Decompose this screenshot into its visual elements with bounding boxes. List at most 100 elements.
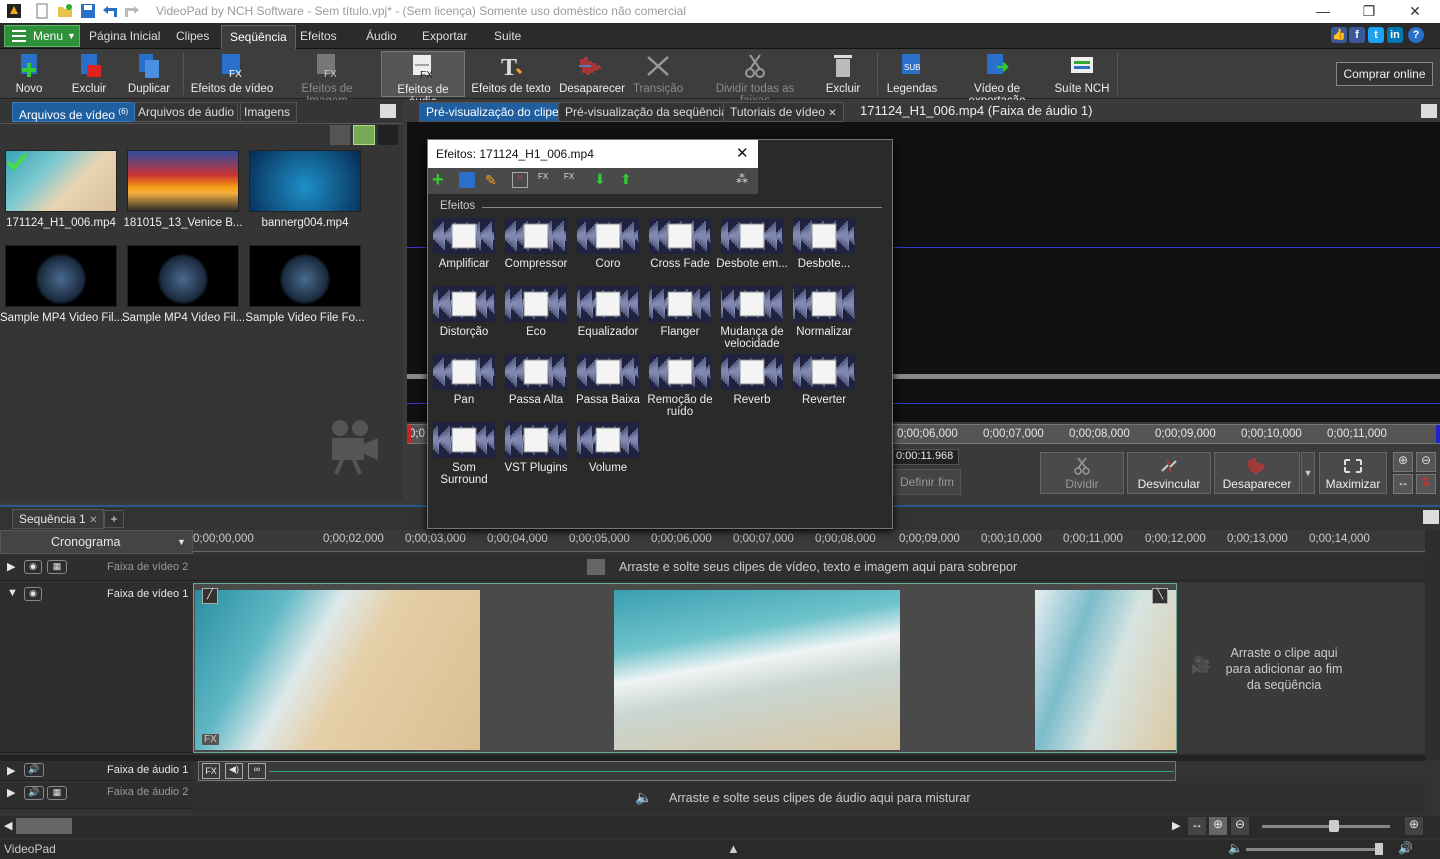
tab-images[interactable]: Imagens (237, 102, 298, 122)
add-folder-icon[interactable] (353, 125, 375, 145)
move-up-icon[interactable]: ⬆ (620, 171, 632, 188)
fade-button[interactable]: Desaparecer (558, 51, 626, 97)
new-file-icon[interactable] (34, 3, 50, 19)
fade-dropdown[interactable]: ▼ (1301, 452, 1315, 494)
fx-paste-icon[interactable]: FX (564, 172, 580, 188)
zoom-slider-thumb[interactable] (1329, 820, 1339, 832)
maximize-preview-button[interactable]: Maximizar (1319, 452, 1387, 494)
list-view-icon[interactable] (378, 125, 398, 145)
tab-efeitos[interactable]: Efeitos (292, 25, 345, 49)
save-icon[interactable] (459, 172, 475, 188)
group-icon[interactable]: ▦ (47, 560, 67, 574)
close-icon[interactable]: ✕ (736, 140, 749, 168)
effect-tile[interactable]: Mudança de velocidade (716, 286, 788, 350)
effect-tile[interactable]: Distorção (428, 286, 500, 338)
twitter-icon[interactable]: t (1368, 27, 1384, 43)
fade-out-button[interactable]: Desaparecer (1214, 452, 1300, 494)
effect-tile[interactable]: Eco (500, 286, 572, 338)
effect-tile[interactable]: Coro (572, 218, 644, 270)
effect-tile[interactable]: Desbote... (788, 218, 860, 270)
speaker-icon[interactable]: 🔊 (24, 786, 44, 800)
effect-tile[interactable]: Equalizador (572, 286, 644, 338)
media-thumbnail[interactable] (249, 150, 361, 212)
expand-arrow-icon[interactable]: ▶ (7, 764, 15, 777)
scroll-left-icon[interactable]: ◀ (4, 819, 12, 832)
collapse-arrow-icon[interactable]: ▼ (7, 587, 18, 599)
help-icon[interactable]: ? (1408, 27, 1424, 43)
fade-in-handle-icon[interactable]: ╱ (202, 588, 218, 604)
close-icon[interactable]: ✕ (828, 108, 836, 119)
playhead-start-marker[interactable] (407, 425, 411, 443)
effect-tile[interactable]: Volume (572, 422, 644, 474)
volume-slider-thumb[interactable] (1375, 843, 1383, 855)
timeline-mode-dropdown[interactable]: Cronograma ▼ (0, 530, 193, 554)
fx-icon[interactable]: FX (202, 763, 220, 779)
link-icon[interactable]: ⇅ (1416, 474, 1436, 494)
effect-tile[interactable]: Desbote em... (716, 218, 788, 270)
effect-tile[interactable]: Flanger (644, 286, 716, 338)
undo-icon[interactable] (102, 3, 118, 19)
export-video-button[interactable]: Vídeo de exportação (945, 51, 1049, 107)
effect-tile[interactable]: Passa Baixa (572, 354, 644, 406)
horizontal-scroll-thumb[interactable] (16, 818, 72, 834)
media-thumbnail[interactable] (5, 150, 117, 212)
effect-tile[interactable]: Som Surround (428, 422, 500, 486)
effect-tile[interactable]: VST Plugins (500, 422, 572, 474)
add-sequence-button[interactable]: + (104, 510, 124, 528)
volume-icon[interactable]: 🔈 (1228, 841, 1243, 855)
add-effect-icon[interactable]: + (432, 170, 450, 190)
maximize-button[interactable]: ❐ (1346, 0, 1392, 23)
tab-sequence-1[interactable]: Sequência 1 ✕ (12, 509, 105, 529)
video-effects-button[interactable]: FX Efeitos de vídeo (190, 51, 274, 97)
group-icon[interactable]: ▦ (47, 786, 67, 800)
move-down-icon[interactable]: ⬇ (594, 171, 606, 188)
audio-clip[interactable]: FX ◀) ∞ (198, 761, 1176, 781)
scroll-right-icon[interactable]: ▶ (1172, 819, 1180, 832)
remove-effect-icon[interactable]: ✕ (512, 172, 528, 188)
media-thumbnail[interactable] (249, 245, 361, 307)
edit-icon[interactable]: ✎ (485, 172, 501, 188)
media-thumbnail[interactable] (5, 245, 117, 307)
tab-pagina-inicial[interactable]: Página Inicial (81, 25, 168, 49)
new-button[interactable]: Novo (6, 51, 52, 97)
minimize-button[interactable]: — (1300, 0, 1346, 23)
tab-sequencia[interactable]: Seqüência (221, 25, 296, 49)
effect-tile[interactable]: Reverb (716, 354, 788, 406)
trash-icon[interactable] (330, 125, 350, 145)
delete-clip-button[interactable]: Excluir (820, 51, 866, 97)
text-effects-button[interactable]: T Efeitos de texto (470, 51, 552, 97)
linkedin-icon[interactable]: in (1387, 27, 1403, 43)
fit-width-icon[interactable]: ↔ (1188, 817, 1206, 835)
volume-slider[interactable] (1246, 848, 1382, 851)
tab-video-tutorials[interactable]: Tutoriais de vídeo ✕ (723, 102, 844, 122)
undock-icon[interactable] (380, 104, 396, 118)
facebook-icon[interactable]: f (1349, 27, 1365, 43)
speaker-icon[interactable]: 🔊 (24, 763, 44, 777)
tab-clip-preview[interactable]: Pré-visualização do clipe (419, 102, 566, 122)
buy-online-button[interactable]: Comprar online (1336, 62, 1433, 86)
tab-audio-files[interactable]: Arquivos de áudio (131, 102, 242, 122)
fx-copy-icon[interactable]: FX (538, 172, 554, 188)
effect-tile[interactable]: Normalizar (788, 286, 860, 338)
tab-suite[interactable]: Suite (486, 25, 529, 49)
define-end-button[interactable]: Definir fim (893, 469, 961, 495)
expand-arrow-icon[interactable]: ▶ (7, 560, 15, 573)
menu-button[interactable]: Menu ▼ (4, 25, 80, 47)
effect-tile[interactable]: Pan (428, 354, 500, 406)
save-icon[interactable] (80, 3, 96, 19)
chain-icon[interactable]: ⁂ (736, 172, 748, 186)
playhead-end-marker[interactable] (1436, 425, 1440, 443)
tab-audio[interactable]: Áudio (358, 25, 405, 49)
eye-icon[interactable]: ◉ (24, 560, 42, 574)
tab-exportar[interactable]: Exportar (414, 25, 475, 49)
effect-tile[interactable]: Compressor (500, 218, 572, 270)
zoom-in-icon[interactable]: ⊕ (1405, 817, 1423, 835)
effect-tile[interactable]: Amplificar (428, 218, 500, 270)
speaker-icon[interactable]: ◀) (225, 763, 243, 779)
undock-icon[interactable] (1421, 104, 1437, 118)
timeline-ruler[interactable]: 0;00;00,000 0;00;02,000 0;00;03,000 0;00… (193, 530, 1425, 552)
undock-icon[interactable] (1423, 510, 1439, 524)
effect-tile[interactable]: Reverter (788, 354, 860, 406)
close-icon[interactable]: ✕ (89, 515, 97, 526)
nch-suite-button[interactable]: Suíte NCH (1054, 51, 1110, 97)
